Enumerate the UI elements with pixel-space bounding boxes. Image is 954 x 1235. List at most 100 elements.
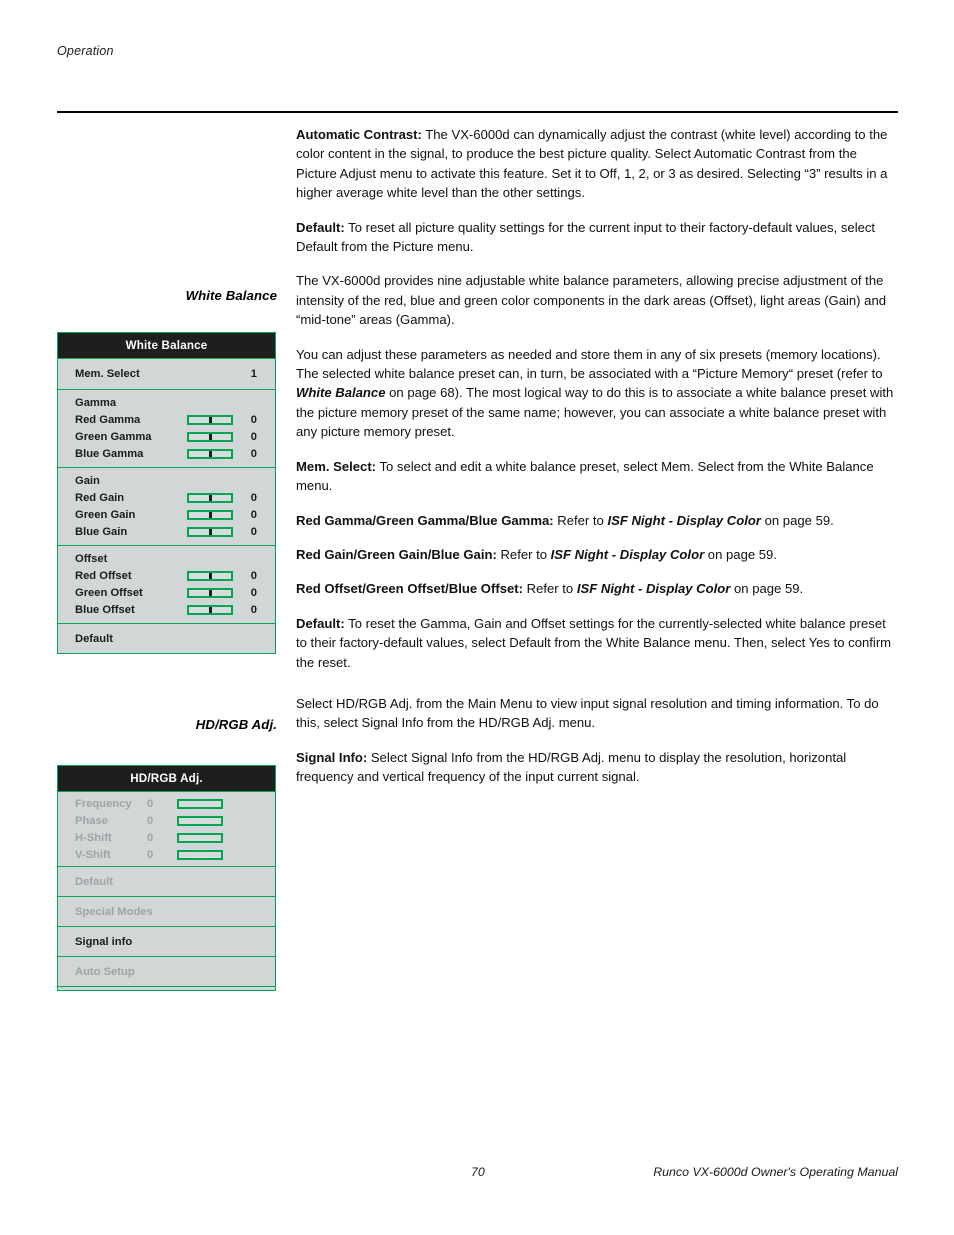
paragraph-gamma-ref: Red Gamma/Green Gamma/Blue Gamma: Refer … bbox=[296, 511, 898, 530]
osd-group-default: Default bbox=[58, 623, 275, 653]
osd-row-frequency[interactable]: Frequency 0 bbox=[58, 795, 275, 812]
slider-thumb-icon bbox=[208, 528, 212, 535]
osd-slider-slot-blue-gain bbox=[187, 526, 249, 537]
crossref-isf-night-display-color-offset[interactable]: ISF Night - Display Color bbox=[577, 581, 731, 596]
slider-thumb-icon bbox=[208, 494, 212, 501]
paragraph-hd-intro: Select HD/RGB Adj. from the Main Menu to… bbox=[296, 695, 879, 731]
slider-thumb-icon bbox=[208, 416, 212, 423]
osd-row-green-gain[interactable]: Green Gain 0 bbox=[58, 506, 275, 523]
osd-row-v-shift[interactable]: V-Shift 0 bbox=[58, 846, 275, 863]
osd-row-default[interactable]: Default bbox=[58, 627, 275, 650]
osd-group-label-gamma: Gamma bbox=[58, 394, 275, 411]
osd-slider-slot-green-gain bbox=[187, 509, 249, 520]
osd-row-blue-gamma[interactable]: Blue Gamma 0 bbox=[58, 445, 275, 462]
osd-label-green-offset: Green Offset bbox=[75, 586, 143, 599]
slider-red-offset[interactable] bbox=[187, 570, 233, 581]
osd-row-mem-select[interactable]: Mem. Select 1 bbox=[58, 362, 275, 386]
osd-group-hd-adjustments: Frequency 0 Phase 0 H-Shift 0 V-Shift 0 bbox=[58, 791, 275, 866]
paragraph-signal-info: Signal Info: Select Signal Info from the… bbox=[296, 748, 898, 787]
slider-blue-offset[interactable] bbox=[187, 604, 233, 615]
osd-group-auto-setup: Auto Setup bbox=[58, 956, 275, 986]
osd-row-red-offset[interactable]: Red Offset 0 bbox=[58, 567, 275, 584]
slider-frequency[interactable] bbox=[177, 798, 223, 809]
osd-row-red-gain[interactable]: Red Gain 0 bbox=[58, 489, 275, 506]
osd-group-label-gain: Gain bbox=[58, 472, 275, 489]
osd-label-green-gain: Green Gain bbox=[75, 508, 136, 521]
osd-group-hd-default: Default bbox=[58, 866, 275, 896]
osd-label-blue-gain: Blue Gain bbox=[75, 525, 128, 538]
slider-red-gamma[interactable] bbox=[187, 414, 233, 425]
slider-blue-gamma[interactable] bbox=[187, 448, 233, 459]
osd-value-h-shift: 0 bbox=[147, 831, 154, 844]
osd-slider-slot-v-shift bbox=[177, 849, 223, 860]
text-default-picture: To reset all picture quality settings fo… bbox=[296, 219, 876, 255]
paragraph-wb-intro: The VX-6000d provides nine adjustable wh… bbox=[296, 273, 887, 328]
slider-thumb-icon bbox=[208, 450, 212, 457]
osd-label-green-gamma: Green Gamma bbox=[75, 430, 152, 443]
osd-value-mem-select: 1 bbox=[250, 368, 257, 380]
osd-row-blue-gain[interactable]: Blue Gain 0 bbox=[58, 523, 275, 540]
crossref-white-balance[interactable]: White Balance bbox=[296, 385, 386, 400]
slider-red-gain[interactable] bbox=[187, 492, 233, 503]
osd-label-red-gamma: Red Gamma bbox=[75, 413, 141, 426]
osd-value-green-offset: 0 bbox=[250, 586, 257, 599]
page-number: 70 bbox=[471, 1165, 485, 1179]
osd-value-blue-gamma: 0 bbox=[250, 447, 257, 460]
osd-white-balance-menu: White Balance Mem. Select 1 Gamma Red Ga… bbox=[57, 332, 276, 654]
osd-label-auto-setup: Auto Setup bbox=[75, 965, 135, 978]
paragraph-automatic-contrast: Automatic Contrast: The VX-6000d can dyn… bbox=[296, 125, 898, 203]
osd-label-red-gain: Red Gain bbox=[75, 491, 125, 504]
text-mem-select: To select and edit a white balance prese… bbox=[296, 458, 874, 494]
osd-row-green-gamma[interactable]: Green Gamma 0 bbox=[58, 428, 275, 445]
section-heading-white-balance: White Balance bbox=[185, 288, 277, 303]
osd-row-special-modes[interactable]: Special Modes bbox=[58, 900, 275, 923]
running-head: Operation bbox=[57, 44, 114, 58]
osd-slider-slot-blue-offset bbox=[187, 604, 249, 615]
osd-label-signal-info: Signal info bbox=[75, 935, 133, 948]
slider-phase[interactable] bbox=[177, 815, 223, 826]
slider-blue-gain[interactable] bbox=[187, 526, 233, 537]
osd-slider-slot-red-gain bbox=[187, 492, 249, 503]
osd-group-gamma: Gamma Red Gamma 0 Green Gamma 0 Blue Gam… bbox=[58, 389, 275, 467]
osd-label-default: Default bbox=[75, 632, 113, 645]
slider-green-gamma[interactable] bbox=[187, 431, 233, 442]
osd-title-hd-rgb: HD/RGB Adj. bbox=[58, 766, 275, 791]
paragraph-mem-select: Mem. Select: To select and edit a white … bbox=[296, 457, 898, 496]
osd-value-phase: 0 bbox=[147, 814, 154, 827]
osd-row-auto-setup[interactable]: Auto Setup bbox=[58, 960, 275, 983]
osd-label-offset: Offset bbox=[75, 552, 108, 565]
osd-row-signal-info[interactable]: Signal info bbox=[58, 930, 275, 953]
text-gamma-ref-mid: Refer to bbox=[553, 512, 608, 528]
term-gain-ref: Red Gain/Green Gain/Blue Gain: bbox=[296, 546, 497, 562]
text-default-white-balance: To reset the Gamma, Gain and Offset sett… bbox=[296, 615, 892, 670]
text-wb-presets-part2: on page 68). The most logical way to do … bbox=[296, 385, 894, 440]
term-offset-ref: Red Offset/Green Offset/Blue Offset: bbox=[296, 581, 523, 597]
slider-h-shift[interactable] bbox=[177, 832, 223, 843]
osd-row-h-shift[interactable]: H-Shift 0 bbox=[58, 829, 275, 846]
paragraph-wb-presets: You can adjust these parameters as neede… bbox=[296, 345, 898, 442]
crossref-isf-night-display-color-gamma[interactable]: ISF Night - Display Color bbox=[607, 513, 761, 528]
slider-green-gain[interactable] bbox=[187, 509, 233, 520]
crossref-isf-night-display-color-gain[interactable]: ISF Night - Display Color bbox=[551, 547, 705, 562]
osd-slider-slot-red-offset bbox=[187, 570, 249, 581]
osd-row-red-gamma[interactable]: Red Gamma 0 bbox=[58, 411, 275, 428]
paragraph-default-picture: Default: To reset all picture quality se… bbox=[296, 218, 898, 257]
slider-green-offset[interactable] bbox=[187, 587, 233, 598]
osd-row-hd-default[interactable]: Default bbox=[58, 870, 275, 893]
text-gain-ref-mid: Refer to bbox=[496, 546, 551, 562]
osd-slider-slot-red-gamma bbox=[187, 414, 249, 425]
osd-row-green-offset[interactable]: Green Offset 0 bbox=[58, 584, 275, 601]
osd-group-offset: Offset Red Offset 0 Green Offset 0 Blue … bbox=[58, 545, 275, 623]
osd-row-phase[interactable]: Phase 0 bbox=[58, 812, 275, 829]
osd-title-white-balance: White Balance bbox=[58, 333, 275, 358]
slider-v-shift[interactable] bbox=[177, 849, 223, 860]
osd-row-blue-offset[interactable]: Blue Offset 0 bbox=[58, 601, 275, 618]
footer-source: Runco VX-6000d Owner's Operating Manual bbox=[653, 1165, 898, 1179]
paragraph-gain-ref: Red Gain/Green Gain/Blue Gain: Refer to … bbox=[296, 545, 898, 564]
osd-label-blue-gamma: Blue Gamma bbox=[75, 447, 144, 460]
osd-value-green-gain: 0 bbox=[250, 508, 257, 521]
osd-value-blue-offset: 0 bbox=[250, 603, 257, 616]
osd-slider-slot-blue-gamma bbox=[187, 448, 249, 459]
term-signal-info: Signal Info: bbox=[296, 749, 368, 765]
osd-value-red-gamma: 0 bbox=[250, 413, 257, 426]
